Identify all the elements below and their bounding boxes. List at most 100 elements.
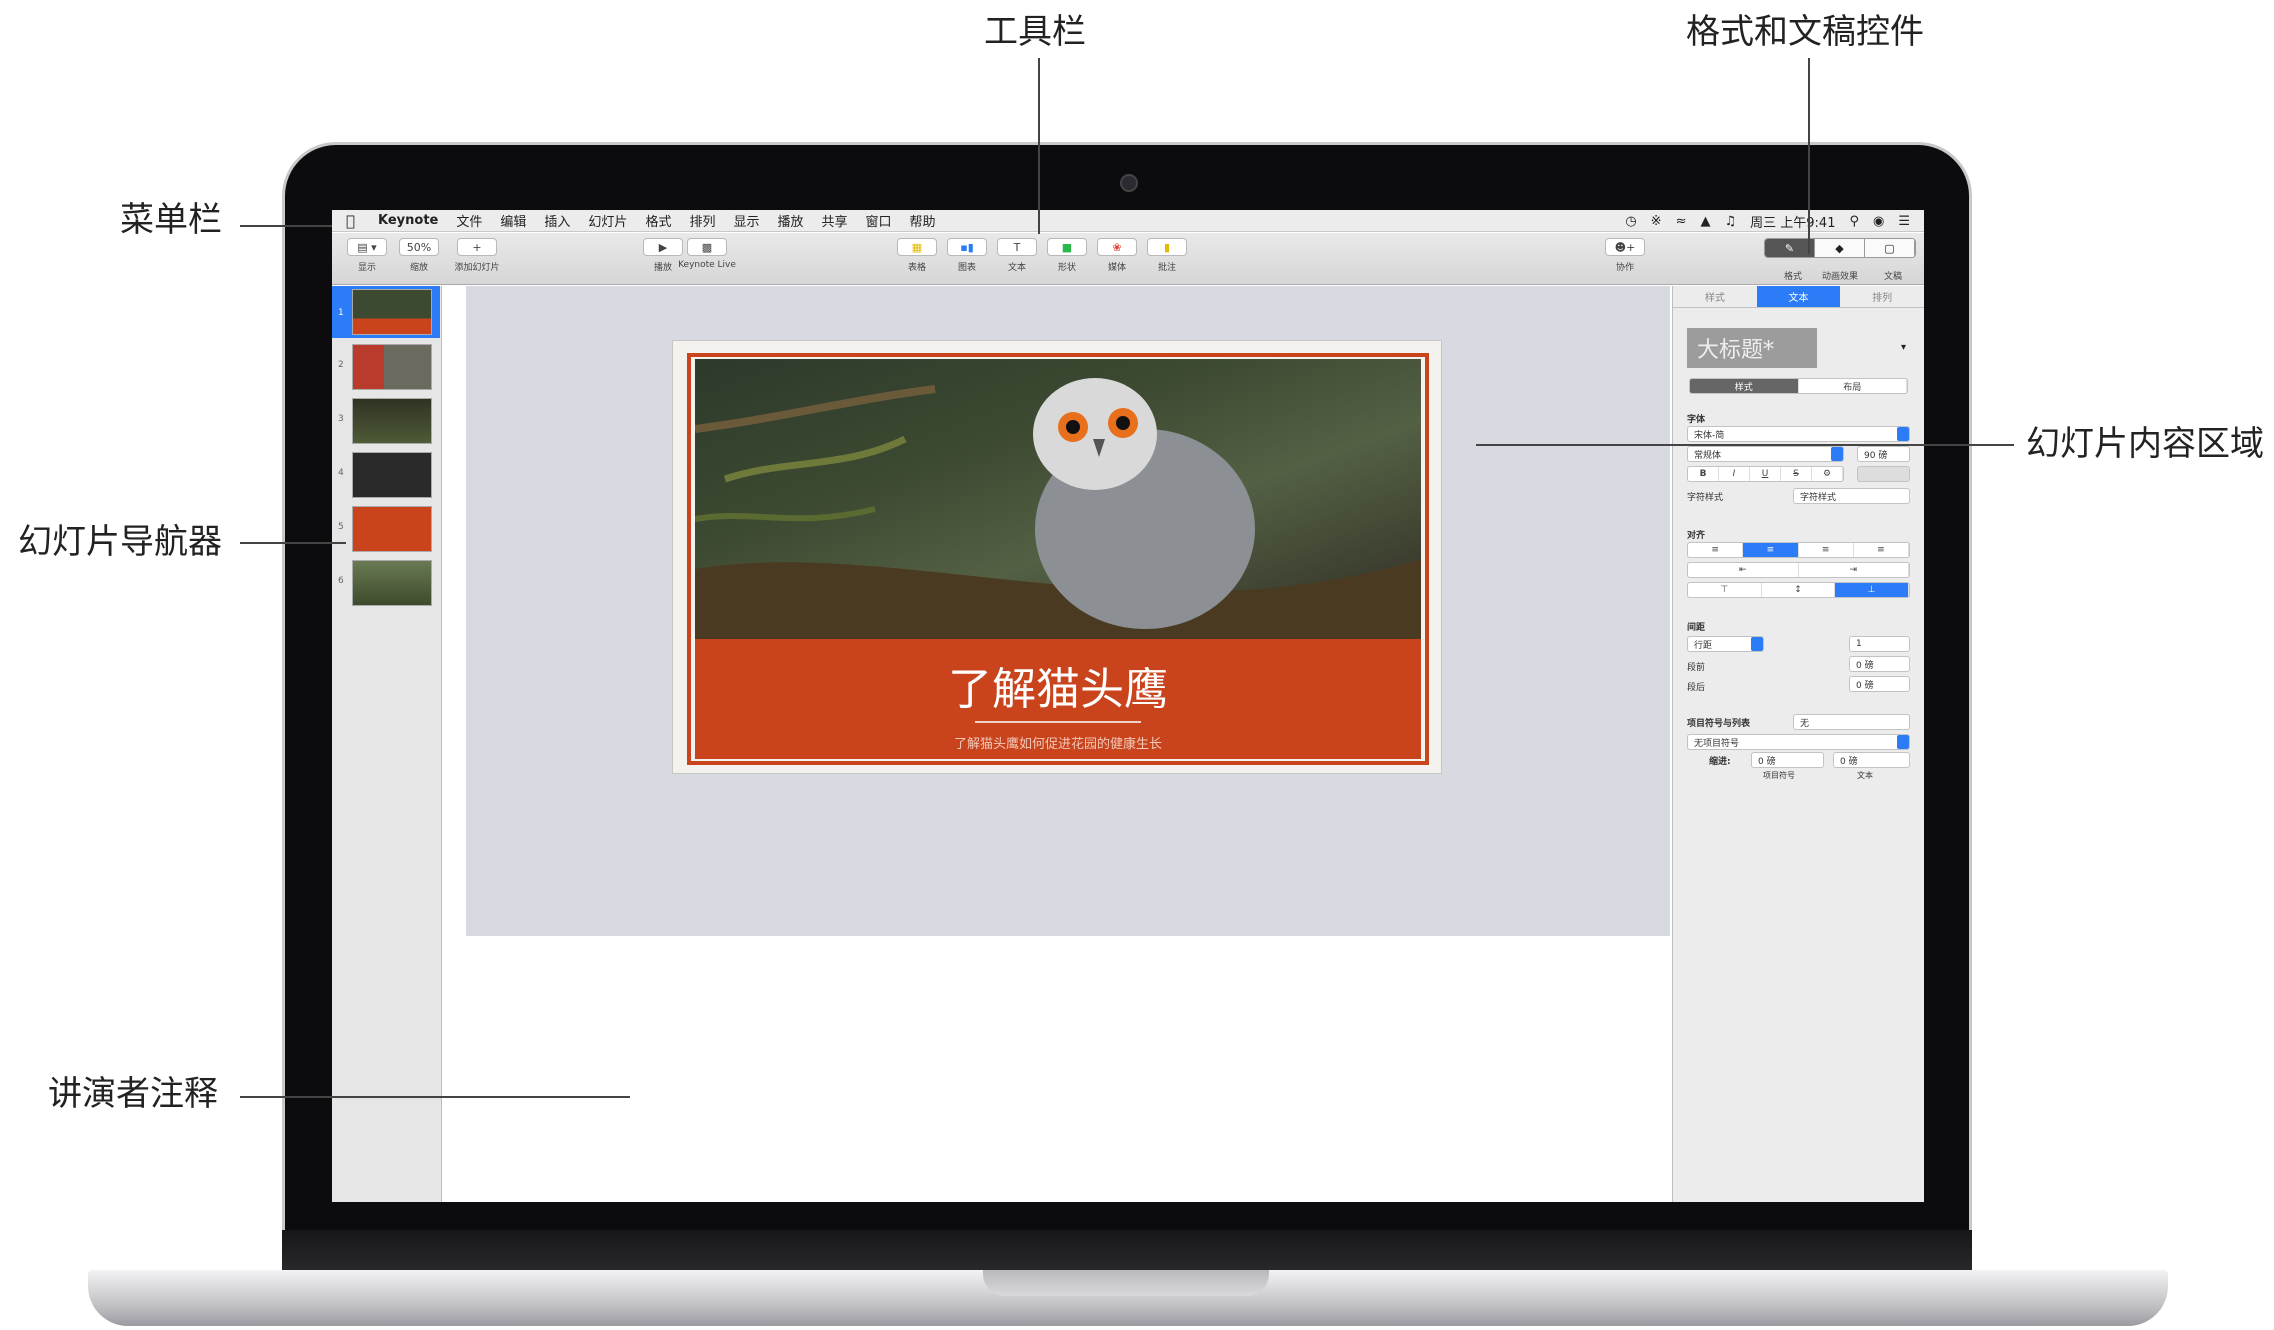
menu-arrange[interactable]: 排列 — [689, 211, 715, 230]
animate-diamond-icon[interactable]: ◆ — [1815, 239, 1865, 257]
volume-icon[interactable]: ♫ — [1724, 214, 1736, 229]
italic-icon[interactable]: I — [1719, 467, 1750, 481]
font-weight-select[interactable]: 常规体 — [1687, 446, 1844, 462]
slide-frame — [687, 353, 1429, 765]
clock[interactable]: 周三 上午9:41 — [1750, 212, 1835, 231]
outdent-icon[interactable]: ⇤ — [1688, 563, 1799, 577]
bullets-select[interactable]: 无 — [1793, 714, 1910, 730]
indent-bullet-stepper[interactable]: 0 磅 — [1751, 752, 1824, 768]
comment-button[interactable]: ▮ 批注 — [1138, 238, 1196, 273]
spacing-mode-select[interactable]: 行距 — [1687, 636, 1764, 652]
menu-format[interactable]: 格式 — [645, 211, 671, 230]
underline-icon[interactable]: U — [1750, 467, 1781, 481]
shape-label: 形状 — [1057, 263, 1076, 273]
siri-icon[interactable]: ◉ — [1873, 214, 1884, 229]
chevron-updown-icon — [1751, 637, 1763, 651]
bullets-label: 项目符号与列表 — [1687, 719, 1751, 729]
align-middle-icon[interactable]: ↕ — [1762, 583, 1836, 597]
tab-style[interactable]: 样式 — [1673, 286, 1757, 307]
align-right-icon[interactable]: ≡ — [1799, 543, 1854, 557]
indent-icon[interactable]: ⇥ — [1799, 563, 1909, 577]
collaborate-button[interactable]: ☻+ 协作 — [1596, 238, 1654, 273]
strikethrough-icon[interactable]: S — [1781, 467, 1812, 481]
tab-text[interactable]: 文本 — [1756, 286, 1841, 307]
notification-icon[interactable]: ☰ — [1898, 214, 1910, 229]
slide-thumbnail[interactable] — [352, 344, 432, 390]
shape-icon: ■ — [1047, 238, 1087, 256]
inspector-toggle-group: ✎ ◆ ▢ — [1764, 238, 1916, 258]
char-style-select[interactable]: 字符样式 — [1793, 488, 1910, 504]
slide-thumbnail[interactable] — [352, 560, 432, 606]
callout-line — [1038, 58, 1040, 234]
after-value: 0 磅 — [1856, 680, 1874, 691]
keynote-live-button[interactable]: ▩ Keynote Live — [678, 238, 736, 270]
text-color-well[interactable] — [1857, 466, 1910, 482]
collaborate-label: 协作 — [1615, 263, 1634, 273]
align-top-icon[interactable]: ⊤ — [1688, 583, 1762, 597]
slide-thumbnail[interactable] — [352, 398, 432, 444]
time-machine-icon[interactable]: ◷ — [1625, 214, 1636, 229]
zoom-value: 50% — [399, 238, 439, 256]
menu-window[interactable]: 窗口 — [866, 211, 892, 230]
chart-label: 图表 — [957, 263, 976, 273]
airplay-icon[interactable]: ▲ — [1700, 214, 1710, 229]
spotlight-icon[interactable]: ⚲ — [1849, 214, 1859, 229]
callout-line — [240, 225, 332, 227]
presenter-notes-area[interactable] — [466, 936, 1670, 1202]
font-size-stepper[interactable]: 90 磅 — [1857, 446, 1910, 462]
callout-presenter-notes: 讲演者注释 — [48, 1074, 218, 1114]
slide-thumbnail[interactable] — [352, 452, 432, 498]
style-toggle[interactable]: 样式 — [1690, 379, 1799, 393]
toolbar: ▤ ▾ 显示 50% 缩放 + 添加幻灯片 ▶ 播放 ▩ Keynote Liv… — [332, 233, 1924, 285]
chart-icon: ▪▮ — [947, 238, 987, 256]
bullet-type-value: 无项目符号 — [1694, 738, 1740, 749]
align-bottom-icon[interactable]: ⊥ — [1835, 583, 1909, 597]
slide-number: 6 — [338, 576, 344, 586]
spacing-stepper[interactable]: 1 — [1849, 636, 1910, 652]
bluetooth-icon[interactable]: ※ — [1651, 214, 1662, 229]
text-icon: T — [997, 238, 1037, 256]
menu-help[interactable]: 帮助 — [910, 211, 936, 230]
slide-navigator: 1 2 3 4 5 6 — [332, 286, 442, 1202]
layout-toggle[interactable]: 布局 — [1799, 379, 1907, 393]
tab-arrange[interactable]: 排列 — [1840, 286, 1924, 307]
zoom-button[interactable]: 50% 缩放 — [390, 238, 448, 273]
menu-view[interactable]: 显示 — [733, 211, 759, 230]
add-slide-button[interactable]: + 添加幻灯片 — [448, 238, 506, 273]
bold-icon[interactable]: B — [1688, 467, 1719, 481]
before-stepper[interactable]: 0 磅 — [1849, 656, 1910, 672]
menu-slide[interactable]: 幻灯片 — [588, 211, 627, 230]
animate-label: 动画效果 — [1822, 272, 1859, 282]
sidebar-icon: ▤ ▾ — [347, 238, 387, 256]
after-stepper[interactable]: 0 磅 — [1849, 676, 1910, 692]
bullet-type-select[interactable]: 无项目符号 — [1687, 734, 1910, 750]
view-button[interactable]: ▤ ▾ 显示 — [338, 238, 396, 273]
indent-text-stepper[interactable]: 0 磅 — [1833, 752, 1910, 768]
keynote-window:  Keynote 文件 编辑 插入 幻灯片 格式 排列 显示 播放 共享 窗口… — [332, 210, 1924, 1202]
align-left-icon[interactable]: ≡ — [1688, 543, 1744, 557]
table-icon: ▦ — [897, 238, 937, 256]
slide-thumbnail[interactable] — [352, 289, 432, 335]
wifi-icon[interactable]: ≈ — [1676, 214, 1687, 229]
apple-icon[interactable]:  — [346, 212, 355, 230]
slide-number: 5 — [338, 522, 344, 532]
menu-play[interactable]: 播放 — [777, 211, 803, 230]
vertical-align: ⊤ ↕ ⊥ — [1687, 582, 1910, 598]
align-center-icon[interactable]: ≡ — [1743, 543, 1799, 557]
font-family-select[interactable]: 宋体-简 — [1687, 426, 1910, 442]
slide-canvas[interactable]: 了解猫头鹰 了解猫头鹰如何促进花园的健康生长 — [466, 286, 1670, 936]
menu-app[interactable]: Keynote — [378, 213, 438, 228]
media-label: 媒体 — [1107, 263, 1126, 273]
menu-edit[interactable]: 编辑 — [500, 211, 526, 230]
menu-share[interactable]: 共享 — [822, 211, 848, 230]
chevron-down-icon[interactable]: ▾ — [1901, 342, 1906, 353]
paragraph-style-button[interactable]: 大标题* — [1687, 328, 1817, 368]
menu-insert[interactable]: 插入 — [544, 211, 570, 230]
view-label: 显示 — [357, 263, 376, 273]
slide-thumbnail[interactable] — [352, 506, 432, 552]
align-justify-icon[interactable]: ≡ — [1854, 543, 1909, 557]
slide[interactable]: 了解猫头鹰 了解猫头鹰如何促进花园的健康生长 — [672, 340, 1442, 774]
menu-file[interactable]: 文件 — [456, 211, 482, 230]
gear-icon[interactable]: ⚙ — [1812, 467, 1843, 481]
document-icon[interactable]: ▢ — [1865, 239, 1915, 257]
